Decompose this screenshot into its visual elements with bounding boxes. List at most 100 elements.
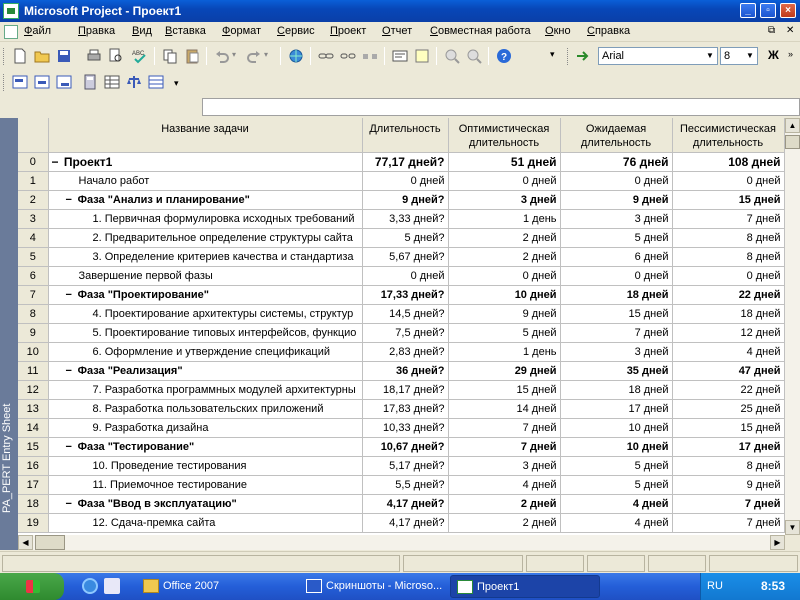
table-row[interactable]: 3 1. Первичная формулировка исходных треб…: [18, 209, 785, 229]
menu-window[interactable]: Окно: [545, 25, 571, 37]
collapse-minus-icon[interactable]: −: [66, 289, 75, 301]
expected-cell[interactable]: 6 дней: [560, 247, 673, 267]
optimistic-cell[interactable]: 7 дней: [448, 437, 561, 457]
table-row[interactable]: 0− Проект1 77,17 дней? 51 дней 76 дней 108 д…: [18, 152, 785, 172]
show-desktop-icon[interactable]: [104, 578, 120, 594]
toolbar-options-icon[interactable]: ▾: [174, 78, 179, 89]
table-row[interactable]: 2− Фаза "Анализ и планирование" 9 дней? 3 …: [18, 190, 785, 210]
table-row[interactable]: 17 11. Приемочное тестирование 5,5 дней? 4 …: [18, 475, 785, 495]
close-doc-icon[interactable]: ✕: [786, 25, 794, 36]
pert-entry-sheet-icon[interactable]: [104, 74, 120, 90]
undo-icon[interactable]: [214, 48, 230, 64]
task-name-cell[interactable]: 3. Определение критериев качества и стан…: [48, 247, 363, 267]
column-header-duration[interactable]: Длительность: [362, 118, 449, 153]
pessimistic-cell[interactable]: 17 дней: [672, 437, 785, 457]
table-row[interactable]: 9 5. Проектирование типовых интерфейсов, …: [18, 323, 785, 343]
zoom-out-icon[interactable]: [466, 48, 482, 64]
table-row[interactable]: 14 9. Разработка дизайна 10,33 дней? 7 дней…: [18, 418, 785, 438]
row-id[interactable]: 18: [18, 494, 49, 514]
pert-pessimistic-gantt-icon[interactable]: [56, 74, 72, 90]
optimistic-cell[interactable]: 15 дней: [448, 380, 561, 400]
expected-cell[interactable]: 5 дней: [560, 475, 673, 495]
duration-cell[interactable]: 17,83 дней?: [362, 399, 449, 419]
expected-cell[interactable]: 4 дней: [560, 494, 673, 514]
print-icon[interactable]: [86, 48, 102, 64]
pessimistic-cell[interactable]: 22 дней: [672, 285, 785, 305]
row-id[interactable]: 15: [18, 437, 49, 457]
table-row[interactable]: 4 2. Предварительное определение структур…: [18, 228, 785, 248]
save-icon[interactable]: [56, 48, 72, 64]
optimistic-cell[interactable]: 2 дней: [448, 494, 561, 514]
help-icon[interactable]: ?: [496, 48, 512, 64]
scroll-right-icon[interactable]: ▶: [770, 535, 785, 550]
optimistic-cell[interactable]: 0 дней: [448, 266, 561, 286]
optimistic-cell[interactable]: 3 дней: [448, 190, 561, 210]
select-all-corner[interactable]: [18, 118, 49, 153]
duration-cell[interactable]: 36 дней?: [362, 361, 449, 381]
font-name-select[interactable]: Arial ▼: [598, 47, 718, 65]
table-row[interactable]: 15− Фаза "Тестирование" 10,67 дней? 7 дней…: [18, 437, 785, 457]
chevron-down-icon[interactable]: ▼: [704, 49, 716, 63]
expected-cell[interactable]: 0 дней: [560, 171, 673, 191]
pessimistic-cell[interactable]: 7 дней: [672, 494, 785, 514]
menu-project[interactable]: Проект: [330, 25, 366, 37]
optimistic-cell[interactable]: 10 дней: [448, 285, 561, 305]
collapse-minus-icon[interactable]: −: [66, 194, 75, 206]
new-icon[interactable]: [12, 48, 28, 64]
toolbar-grip[interactable]: [3, 48, 6, 65]
close-button[interactable]: ×: [780, 3, 796, 18]
table-row[interactable]: 6 Завершение первой фазы 0 дней 0 дней 0 дне…: [18, 266, 785, 286]
expected-cell[interactable]: 0 дней: [560, 266, 673, 286]
optimistic-cell[interactable]: 2 дней: [448, 513, 561, 533]
pessimistic-cell[interactable]: 8 дней: [672, 456, 785, 476]
row-id[interactable]: 9: [18, 323, 49, 343]
duration-cell[interactable]: 0 дней: [362, 171, 449, 191]
row-id[interactable]: 1: [18, 171, 49, 191]
pessimistic-cell[interactable]: 47 дней: [672, 361, 785, 381]
pessimistic-cell[interactable]: 0 дней: [672, 171, 785, 191]
pessimistic-cell[interactable]: 9 дней: [672, 475, 785, 495]
table-row[interactable]: 12 7. Разработка программных модулей архи…: [18, 380, 785, 400]
language-indicator[interactable]: RU: [707, 580, 723, 592]
redo-dropdown-icon[interactable]: ▾: [264, 50, 268, 59]
task-notes-icon[interactable]: [414, 48, 430, 64]
start-button[interactable]: [0, 573, 64, 600]
expected-cell[interactable]: 35 дней: [560, 361, 673, 381]
task-name-cell[interactable]: 5. Проектирование типовых интерфейсов, ф…: [48, 323, 363, 343]
spelling-icon[interactable]: ABC: [132, 48, 148, 64]
menu-format[interactable]: Формат: [222, 25, 261, 37]
collapse-minus-icon[interactable]: −: [66, 441, 75, 453]
menu-report[interactable]: Отчет: [382, 25, 412, 37]
duration-cell[interactable]: 9 дней?: [362, 190, 449, 210]
row-id[interactable]: 19: [18, 513, 49, 533]
redo-icon[interactable]: [246, 48, 262, 64]
menu-tools[interactable]: Сервис: [277, 25, 315, 37]
font-size-select[interactable]: 8 ▼: [720, 47, 758, 65]
column-header-name[interactable]: Название задачи: [48, 118, 363, 153]
task-name-cell[interactable]: 7. Разработка программных модулей архите…: [48, 380, 363, 400]
paste-icon[interactable]: [184, 48, 200, 64]
pessimistic-cell[interactable]: 0 дней: [672, 266, 785, 286]
optimistic-cell[interactable]: 29 дней: [448, 361, 561, 381]
collapse-minus-icon[interactable]: −: [66, 498, 75, 510]
column-header-expected[interactable]: Ожидаемая длительность: [560, 118, 673, 153]
internet-explorer-icon[interactable]: [82, 578, 98, 594]
scroll-up-icon[interactable]: ▲: [785, 118, 800, 133]
optimistic-cell[interactable]: 0 дней: [448, 171, 561, 191]
optimistic-cell[interactable]: 14 дней: [448, 399, 561, 419]
task-name-cell[interactable]: 1. Первичная формулировка исходных требо…: [48, 209, 363, 229]
duration-cell[interactable]: 77,17 дней?: [362, 152, 449, 172]
duration-cell[interactable]: 5 дней?: [362, 228, 449, 248]
optimistic-cell[interactable]: 3 дней: [448, 456, 561, 476]
duration-cell[interactable]: 5,5 дней?: [362, 475, 449, 495]
task-name-cell[interactable]: − Фаза "Анализ и планирование": [48, 190, 363, 210]
menu-edit[interactable]: Правка: [78, 25, 115, 37]
task-name-cell[interactable]: Завершение первой фазы: [48, 266, 363, 286]
row-id[interactable]: 17: [18, 475, 49, 495]
clock[interactable]: 8:53: [761, 579, 785, 593]
row-id[interactable]: 0: [18, 152, 49, 172]
toolbar-grip[interactable]: [3, 74, 6, 91]
row-id[interactable]: 3: [18, 209, 49, 229]
optimistic-cell[interactable]: 1 день: [448, 209, 561, 229]
vertical-scrollbar[interactable]: ▲ ▼: [785, 118, 800, 535]
